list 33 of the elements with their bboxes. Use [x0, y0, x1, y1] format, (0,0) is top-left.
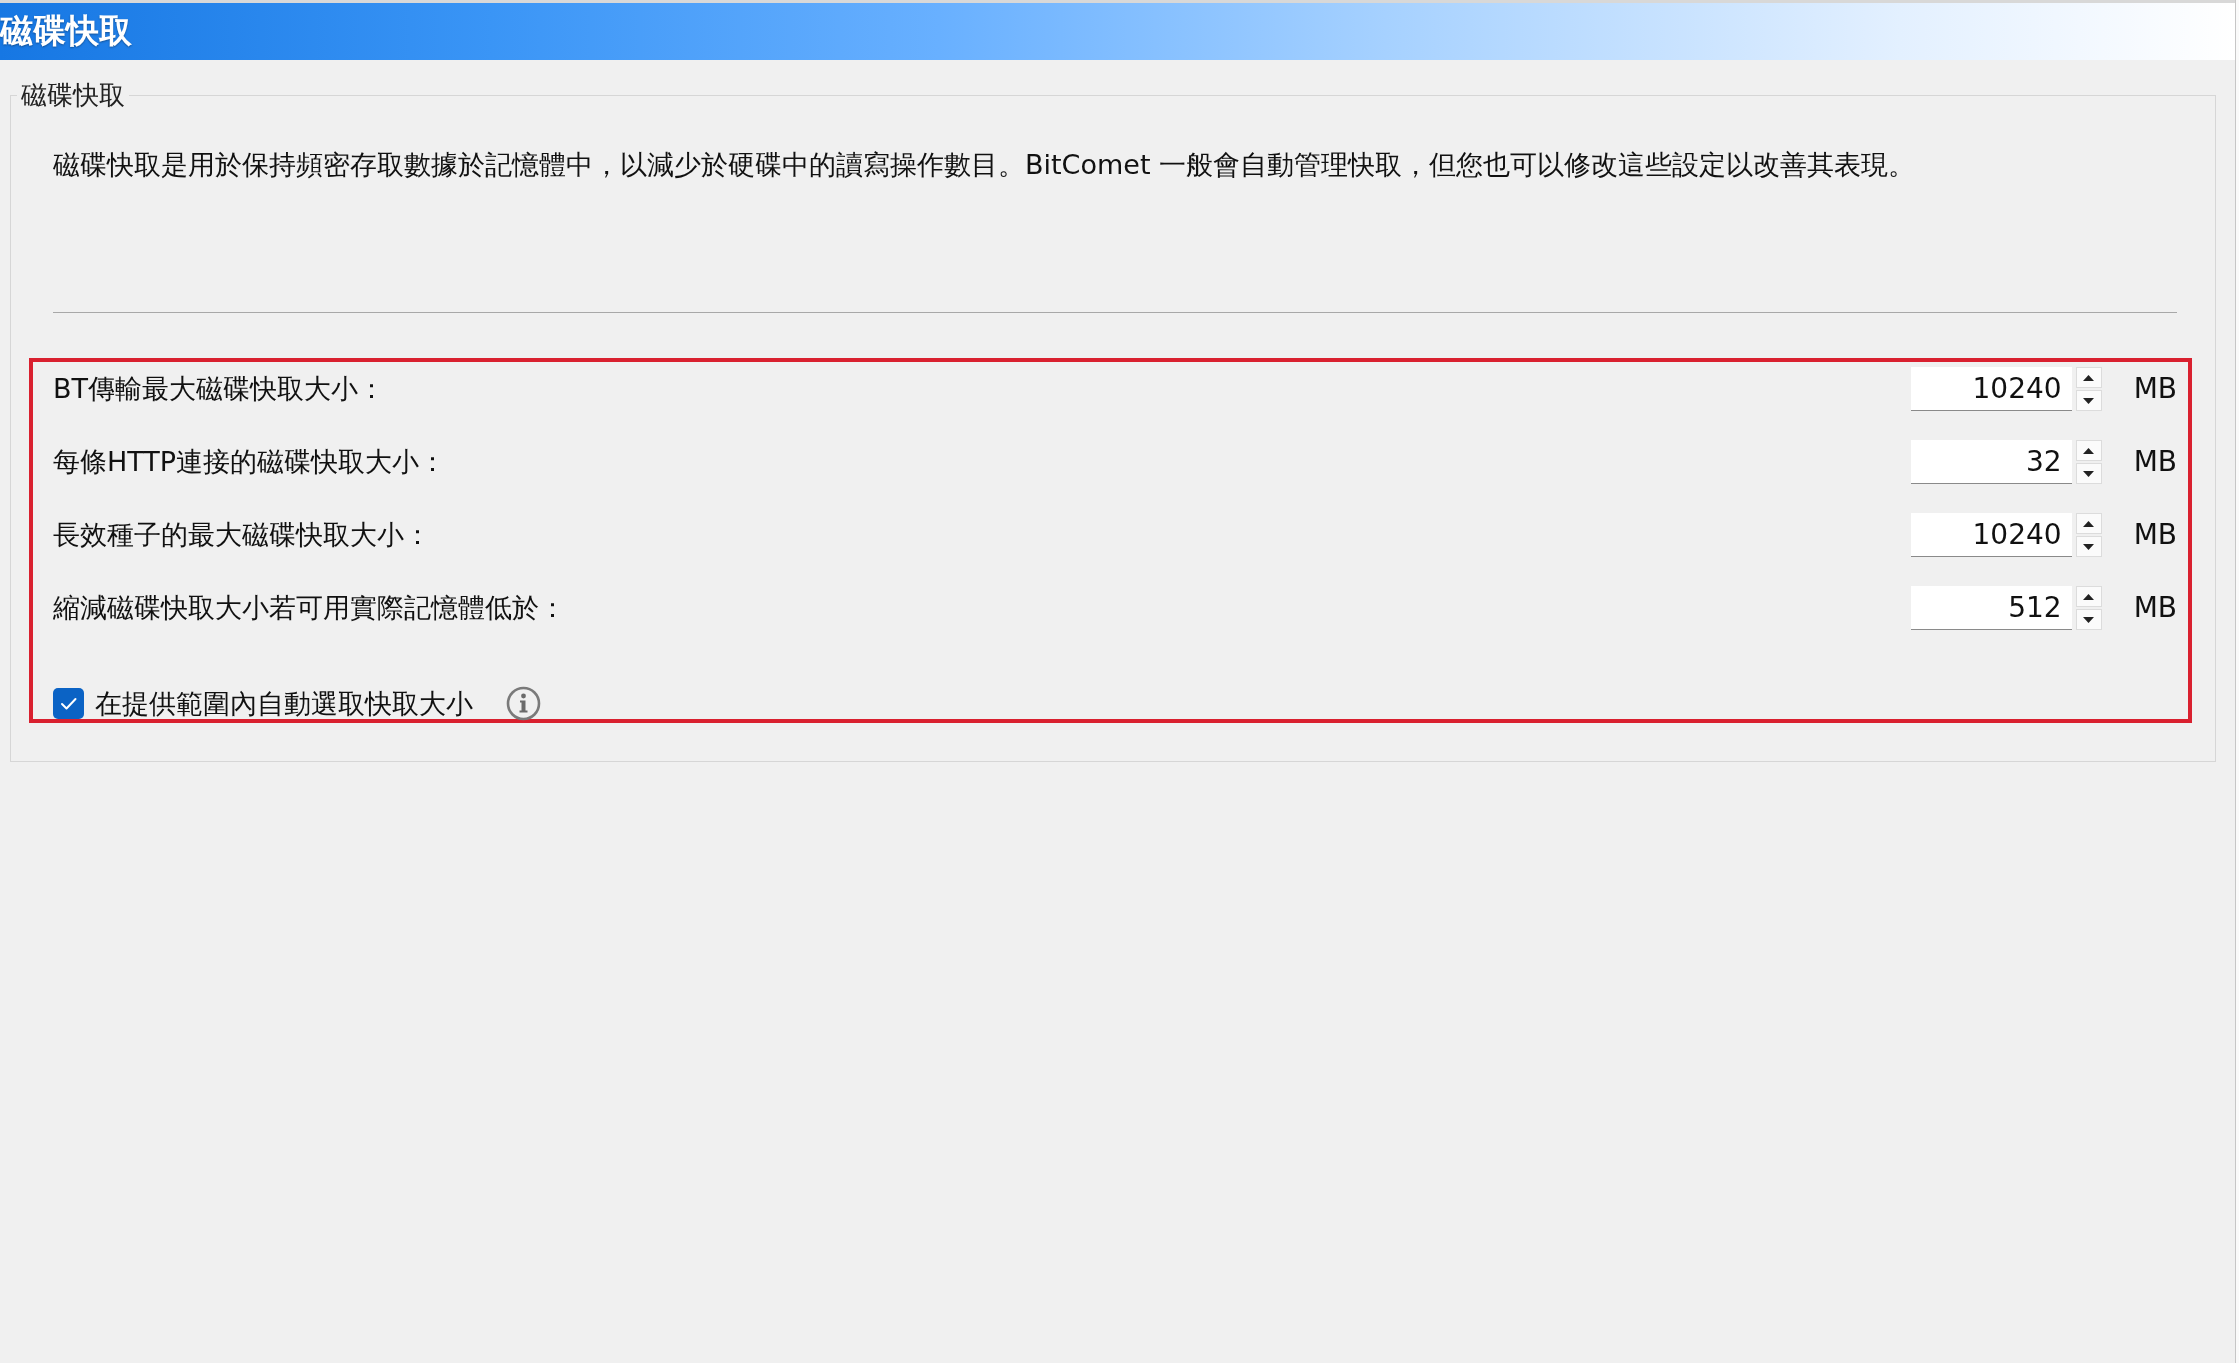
down-triangle-icon	[2083, 470, 2095, 477]
spin-down-button[interactable]	[2075, 463, 2102, 484]
setting-label: 長效種子的最大磁碟快取大小：	[53, 518, 432, 552]
setting-label: 每條HTTP連接的磁碟快取大小：	[53, 445, 448, 479]
spin-down-button[interactable]	[2075, 609, 2102, 630]
down-triangle-icon	[2083, 543, 2095, 550]
spin-up-button[interactable]	[2075, 513, 2102, 534]
up-triangle-icon	[2083, 374, 2095, 381]
checkbox-label[interactable]: 在提供範圍內自動選取快取大小	[95, 686, 473, 721]
spin-up-button[interactable]	[2075, 367, 2102, 388]
unit-label: MB	[2133, 371, 2177, 407]
down-triangle-icon	[2083, 616, 2095, 623]
description-text: 磁碟快取是用於保持頻密存取數據於記憶體中，以減少於硬碟中的讀寫操作數目。BitComet 一般會自動管理快取，但您也可以修改這些設定以改善其表現。	[53, 148, 1917, 182]
spin-down-button[interactable]	[2075, 390, 2102, 411]
number-input[interactable]: 10240	[1910, 513, 2072, 557]
up-triangle-icon	[2083, 447, 2095, 454]
setting-label: BT傳輸最大磁碟快取大小：	[53, 372, 386, 406]
info-icon[interactable]	[506, 686, 541, 721]
spin-up-button[interactable]	[2075, 586, 2102, 607]
up-triangle-icon	[2083, 593, 2095, 600]
unit-label: MB	[2133, 517, 2177, 553]
number-input[interactable]: 512	[1910, 586, 2072, 630]
setting-label: 縮減磁碟快取大小若可用實際記憶體低於：	[53, 591, 567, 625]
unit-label: MB	[2133, 590, 2177, 626]
number-input[interactable]: 32	[1910, 440, 2072, 484]
number-input[interactable]: 10240	[1910, 367, 2072, 411]
group-legend: 磁碟快取	[17, 78, 129, 112]
spin-up-button[interactable]	[2075, 440, 2102, 461]
down-triangle-icon	[2083, 397, 2095, 404]
unit-label: MB	[2133, 444, 2177, 480]
spin-down-button[interactable]	[2075, 536, 2102, 557]
up-triangle-icon	[2083, 520, 2095, 527]
checkbox[interactable]	[53, 688, 84, 719]
